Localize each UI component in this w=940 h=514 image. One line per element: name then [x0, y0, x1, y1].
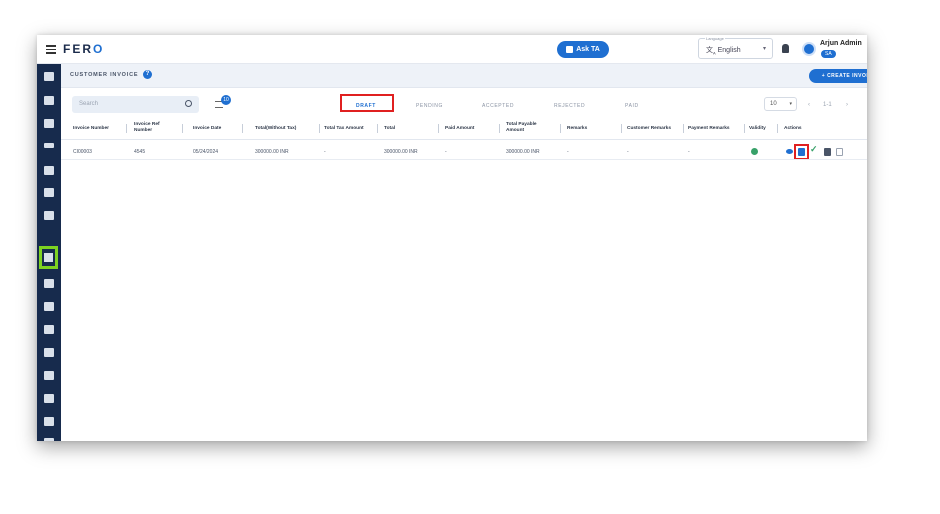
col-total-without-tax[interactable]: Total(Without Tax): [255, 126, 296, 132]
rows-per-page-value: 10: [770, 101, 777, 107]
customer-invoice-icon: [44, 253, 53, 262]
assistant-icon: [566, 46, 574, 53]
column-divider: [182, 124, 183, 133]
column-divider: [438, 124, 439, 133]
col-invoice-ref[interactable]: Invoice Ref Number: [134, 122, 176, 133]
language-select[interactable]: Language 文A English ▾: [698, 36, 773, 59]
cell-customer-remarks: -: [627, 149, 629, 155]
validity-check-icon: [751, 148, 758, 155]
search-input[interactable]: Search: [72, 96, 199, 113]
column-divider: [683, 124, 684, 133]
header-divider: [61, 139, 867, 140]
column-divider: [126, 124, 127, 133]
tab-accepted[interactable]: ACCEPTED: [482, 103, 514, 109]
sidebar-dashboard-icon[interactable]: [44, 72, 54, 81]
sidebar-announcements-icon[interactable]: [44, 325, 54, 334]
sidebar-orders-icon[interactable]: [44, 119, 54, 128]
column-divider: [499, 124, 500, 133]
document-action-highlight[interactable]: [794, 144, 809, 160]
next-page-icon[interactable]: ›: [846, 102, 848, 108]
app-window: FERO Ask TA Language 文A English ▾ Arjun …: [37, 35, 867, 441]
tab-rejected[interactable]: REJECTED: [554, 103, 585, 109]
column-divider: [621, 124, 622, 133]
col-invoice-date[interactable]: Invoice Date: [193, 126, 221, 132]
sidebar-storage-icon[interactable]: [44, 438, 54, 441]
cell-paid-amount: -: [445, 149, 447, 155]
prev-page-icon[interactable]: ‹: [808, 102, 810, 108]
filter-count-badge: 10: [221, 95, 231, 105]
cell-invoice-date: 05/24/2024: [193, 149, 219, 155]
sidebar-gift-icon[interactable]: [44, 371, 54, 380]
search-placeholder: Search: [79, 101, 99, 107]
tab-paid[interactable]: PAID: [625, 103, 639, 109]
cell-ref-number: 4545: [134, 149, 146, 155]
sidebar-settings-icon[interactable]: [44, 417, 54, 426]
chevron-down-icon: ▾: [762, 46, 766, 52]
cell-total-without-tax: 300000.00 INR: [255, 149, 289, 155]
approve-check-icon[interactable]: ✓: [810, 144, 818, 155]
language-value: 文A English: [706, 47, 741, 56]
page-title: CUSTOMER INVOICE: [70, 72, 139, 78]
user-icon[interactable]: [802, 42, 816, 56]
document-icon: [798, 148, 805, 156]
sidebar-invoice-icon[interactable]: [44, 143, 54, 148]
col-total-tax[interactable]: Total Tax Amount: [324, 126, 364, 132]
column-divider: [377, 124, 378, 133]
column-divider: [242, 124, 243, 133]
cell-total-payable: 300000.00 INR: [506, 149, 540, 155]
col-payment-remarks[interactable]: Payment Remarks: [688, 126, 730, 132]
sidebar-customer-invoice-highlight[interactable]: [39, 246, 58, 269]
tab-pending[interactable]: PENDING: [416, 103, 443, 109]
bell-icon[interactable]: [782, 44, 789, 53]
cell-payment-remarks: -: [688, 149, 690, 155]
ask-ta-label: Ask TA: [576, 46, 600, 53]
column-divider: [560, 124, 561, 133]
sidebar-documents-icon[interactable]: [44, 348, 54, 357]
search-icon: [185, 100, 192, 107]
row-divider: [61, 159, 867, 160]
sidebar-truck-icon[interactable]: [44, 166, 54, 175]
col-customer-remarks[interactable]: Customer Remarks: [627, 126, 671, 132]
page-header: CUSTOMER INVOICE ? + CREATE INVOICE: [61, 64, 867, 88]
col-validity[interactable]: Validity: [749, 126, 766, 132]
app-logo: FERO: [63, 42, 105, 56]
user-role-badge: SA: [821, 50, 836, 58]
col-remarks[interactable]: Remarks: [567, 126, 587, 132]
sidebar: [37, 64, 61, 441]
sidebar-search-icon[interactable]: [44, 96, 54, 105]
help-icon[interactable]: ?: [143, 70, 152, 79]
sidebar-calculator-icon[interactable]: [44, 211, 54, 220]
column-divider: [777, 124, 778, 133]
ask-ta-button[interactable]: Ask TA: [557, 41, 609, 58]
column-divider: [319, 124, 320, 133]
cell-total: 300000.00 INR: [384, 149, 418, 155]
cell-remarks: -: [567, 149, 569, 155]
sidebar-billing-icon[interactable]: [44, 188, 54, 197]
page-range: 1-1: [823, 102, 832, 108]
sidebar-reports-icon[interactable]: [44, 279, 54, 288]
view-icon[interactable]: [786, 149, 793, 154]
language-caption: Language: [705, 36, 725, 41]
col-paid-amount[interactable]: Paid Amount: [445, 126, 474, 132]
sidebar-edit-icon[interactable]: [44, 394, 54, 403]
calculator-icon[interactable]: [824, 148, 831, 156]
chevron-down-icon: ▾: [789, 101, 792, 107]
cell-total-tax: -: [324, 149, 326, 155]
col-total-payable[interactable]: Total Payable Amount: [506, 122, 550, 133]
col-total[interactable]: Total: [384, 126, 395, 132]
column-divider: [744, 124, 745, 133]
rows-per-page-select[interactable]: 10 ▾: [764, 97, 797, 111]
menu-icon[interactable]: [46, 45, 56, 54]
col-invoice-number[interactable]: Invoice Number: [73, 126, 109, 132]
top-bar: FERO Ask TA Language 文A English ▾ Arjun …: [37, 35, 867, 64]
sidebar-vehicle-icon[interactable]: [44, 302, 54, 311]
user-name: Arjun Admin: [820, 40, 862, 47]
col-actions: Actions: [784, 126, 802, 131]
tab-draft[interactable]: DRAFT: [356, 103, 376, 109]
create-invoice-button[interactable]: + CREATE INVOICE: [809, 69, 867, 83]
cell-invoice-number: CI00003: [73, 149, 92, 155]
duplicate-icon[interactable]: [836, 148, 843, 156]
